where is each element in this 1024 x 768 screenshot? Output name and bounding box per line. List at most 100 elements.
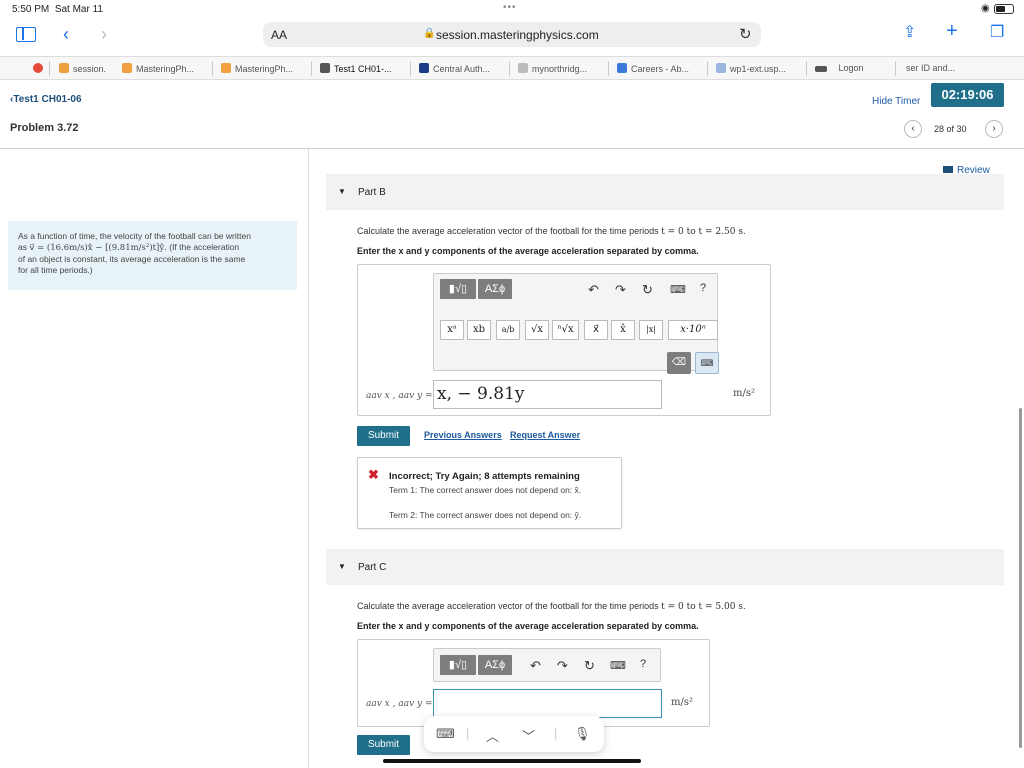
subscript-button[interactable]: xb (467, 320, 491, 340)
part-b-answer-input[interactable]: x, − 9.81y (433, 380, 662, 409)
keyboard-icon[interactable]: ⌨ (670, 283, 686, 296)
battery-icon (994, 4, 1014, 14)
back-nav-icon[interactable]: ‹ (63, 25, 69, 43)
prompt-line-1: As a function of time, the velocity of t… (18, 231, 251, 241)
nth-root-button[interactable]: ⁿ√x (552, 320, 579, 340)
keyboard-toggle-icon[interactable]: ⌨ (695, 352, 719, 374)
redo-icon[interactable]: ↷ (557, 658, 568, 674)
collapse-triangle-icon[interactable]: ▼ (338, 562, 346, 571)
part-c-instruction: Enter the x and y components of the aver… (357, 621, 699, 631)
part-b-variable-label: aav x , aav y = (366, 391, 433, 401)
part-b-feedback: ✖ Incorrect; Try Again; 8 attempts remai… (357, 457, 622, 529)
unit-vector-button[interactable]: x̂ (611, 320, 635, 340)
reload-icon[interactable]: ↻ (739, 25, 752, 43)
problem-prompt: As a function of time, the velocity of t… (8, 221, 297, 290)
help-icon[interactable]: ? (700, 282, 706, 294)
part-b-instruction: Enter the x and y components of the aver… (357, 246, 699, 256)
problem-title: Problem 3.72 (10, 122, 79, 134)
tab-mastering-2[interactable]: MasteringPh... (221, 63, 293, 74)
previous-problem-icon[interactable]: ‹ (904, 120, 922, 138)
tab-bar: session. MasteringPh... MasteringPh... T… (0, 56, 1024, 80)
redo-icon[interactable]: ↷ (615, 282, 626, 298)
tab-careers[interactable]: Careers - Ab... (617, 63, 689, 74)
superscript-button[interactable]: xᵃ (440, 320, 464, 340)
assignment-back-link[interactable]: ‹Test1 CH01-06 (10, 94, 82, 105)
templates-button[interactable]: ▮√▯ (440, 279, 476, 299)
countdown-timer: 02:19:06 (931, 83, 1004, 107)
divider: | (466, 726, 470, 741)
reset-icon[interactable]: ↻ (584, 658, 595, 674)
part-c-answer-panel: ▮√▯ ΑΣϕ ↶ ↷ ↻ ⌨ ? aav x , aav y = m/s² (357, 639, 710, 727)
hide-timer-link[interactable]: Hide Timer (872, 96, 920, 107)
address-bar[interactable]: 🔒 session.masteringphysics.com ↻ (263, 22, 761, 47)
part-c-variable-label: aav x , aav y = (366, 699, 433, 709)
absolute-value-button[interactable]: |x| (639, 320, 663, 340)
new-tab-icon[interactable]: + (946, 21, 958, 41)
incorrect-icon: ✖ (368, 467, 379, 482)
part-c-answer-input[interactable] (433, 689, 662, 718)
part-b-label: Part B (358, 187, 386, 198)
keyboard-icon[interactable]: ⌨ (610, 659, 626, 672)
fraction-button[interactable]: a/b (496, 320, 520, 340)
tab-wp1[interactable]: wp1-ext.usp... (716, 63, 786, 74)
home-indicator[interactable] (383, 759, 641, 763)
wifi-icon: ◉ (981, 3, 990, 14)
keyboard-shortcut-bar: ⌨ | ︿ ﹀ | 🎙 (424, 716, 604, 752)
part-c-question: Calculate the average acceleration vecto… (357, 601, 746, 612)
scientific-notation-button[interactable]: x·10ⁿ (668, 320, 718, 340)
part-b-header[interactable]: ▼ Part B (326, 174, 1004, 210)
collapse-triangle-icon[interactable]: ▼ (338, 187, 346, 196)
undo-icon[interactable]: ↶ (530, 658, 541, 674)
chevron-up-icon[interactable]: ︿ (486, 726, 499, 745)
undo-icon[interactable]: ↶ (588, 282, 599, 298)
sidebar-toggle-icon[interactable] (16, 27, 36, 42)
delete-icon[interactable]: ⌫ (667, 352, 691, 374)
greek-symbols-button[interactable]: ΑΣϕ (478, 655, 512, 675)
previous-answers-link[interactable]: Previous Answers (424, 430, 502, 440)
review-icon (943, 166, 953, 173)
tab-central-auth[interactable]: Central Auth... (419, 63, 490, 74)
prompt-line-4: for all time periods.) (18, 265, 93, 275)
tab-overview-icon[interactable]: ❐ (990, 24, 1004, 42)
page-scrollbar[interactable] (1019, 408, 1022, 748)
tab-test1[interactable]: Test1 CH01-... (320, 63, 392, 74)
part-b-answer-panel: ▮√▯ ΑΣϕ ↶ ↷ ↻ ⌨ ? xᵃ xb a/b √x ⁿ√x x⃗ x̂… (357, 264, 771, 416)
tab-extension[interactable] (33, 63, 47, 74)
tab-session[interactable]: session. (59, 63, 106, 74)
multitasking-dots-icon[interactable]: ••• (503, 2, 517, 13)
forward-nav-icon[interactable]: › (101, 25, 107, 43)
tab-mynorthridge[interactable]: mynorthridg... (518, 63, 587, 74)
divider: | (554, 726, 558, 741)
templates-button[interactable]: ▮√▯ (440, 655, 476, 675)
part-b-submit-button[interactable]: Submit (357, 426, 410, 446)
greek-symbols-button[interactable]: ΑΣϕ (478, 279, 512, 299)
feedback-term-2: Term 2: The correct answer does not depe… (389, 510, 582, 520)
reader-aa-button[interactable]: AA (271, 28, 287, 42)
part-b-math-editor: ▮√▯ ΑΣϕ ↶ ↷ ↻ ⌨ ? xᵃ xb a/b √x ⁿ√x x⃗ x̂… (433, 273, 719, 374)
next-problem-icon[interactable]: › (985, 120, 1003, 138)
help-icon[interactable]: ? (640, 658, 646, 670)
problem-counter: 28 of 30 (934, 124, 967, 134)
share-icon[interactable]: ⇪ (903, 24, 916, 42)
tab-logon[interactable]: Logon (815, 63, 864, 73)
part-c-header[interactable]: ▼ Part C (326, 549, 1004, 585)
keyboard-icon[interactable]: ⌨ (436, 726, 455, 742)
status-time: 5:50 PM Sat Mar 11 (12, 4, 103, 15)
prompt-line-2: as v⃗ = (16.6m/s)x̂ − [(9.81m/s²)t]ŷ. (I… (18, 242, 240, 253)
tab-mastering-1[interactable]: MasteringPh... (122, 63, 194, 74)
url-text: session.masteringphysics.com (436, 28, 599, 42)
microphone-icon[interactable]: 🎙 (574, 726, 591, 742)
vector-button[interactable]: x⃗ (584, 320, 608, 340)
status-bar: 5:50 PM Sat Mar 11 ••• ◉ (0, 0, 1024, 18)
tab-user-id[interactable]: ser ID and... (906, 63, 955, 73)
request-answer-link[interactable]: Request Answer (510, 430, 580, 440)
chevron-down-icon[interactable]: ﹀ (522, 726, 535, 745)
reset-icon[interactable]: ↻ (642, 282, 653, 298)
lock-icon: 🔒 (423, 28, 436, 39)
part-c-submit-button[interactable]: Submit (357, 735, 410, 755)
part-c-math-editor: ▮√▯ ΑΣϕ ↶ ↷ ↻ ⌨ ? (433, 648, 661, 682)
feedback-title: Incorrect; Try Again; 8 attempts remaini… (389, 471, 580, 482)
sqrt-button[interactable]: √x (525, 320, 549, 340)
part-c-label: Part C (358, 562, 387, 573)
part-b-question: Calculate the average acceleration vecto… (357, 226, 746, 237)
